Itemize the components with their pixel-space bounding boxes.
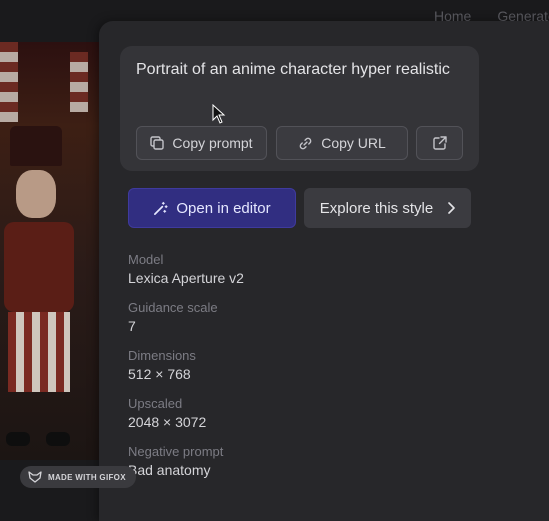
guidance-scale-value: 7 <box>128 318 136 334</box>
dimensions-label: Dimensions <box>128 348 196 363</box>
model-label: Model <box>128 252 164 267</box>
fox-logo-icon <box>28 471 42 483</box>
negative-prompt-value: Bad anatomy <box>128 462 211 478</box>
open-external-button[interactable] <box>416 126 463 160</box>
magic-wand-icon <box>154 201 168 215</box>
copy-prompt-button[interactable]: Copy prompt <box>136 126 267 160</box>
mouse-cursor-icon <box>212 104 226 124</box>
external-link-icon <box>432 136 447 150</box>
open-in-editor-button[interactable]: Open in editor <box>128 188 296 228</box>
prompt-text: Portrait of an anime character hyper rea… <box>136 61 450 78</box>
negative-prompt-label: Negative prompt <box>128 444 224 459</box>
upscaled-value: 2048 × 3072 <box>128 414 207 430</box>
copy-url-button[interactable]: Copy URL <box>276 126 408 160</box>
guidance-scale-label: Guidance scale <box>128 300 218 315</box>
open-in-editor-label: Open in editor <box>176 199 271 217</box>
link-icon <box>299 137 312 149</box>
gifox-text: MADE WITH GIFOX <box>48 472 126 482</box>
upscaled-label: Upscaled <box>128 396 183 411</box>
dimensions-value: 512 × 768 <box>128 366 191 382</box>
copy-icon <box>150 136 165 150</box>
copy-prompt-label: Copy prompt <box>172 135 253 151</box>
explore-style-label: Explore this style <box>319 199 434 217</box>
gifox-watermark: MADE WITH GIFOX <box>20 466 136 488</box>
chevron-right-icon <box>448 202 455 214</box>
model-value: Lexica Aperture v2 <box>128 270 244 286</box>
explore-style-button[interactable]: Explore this style <box>304 188 471 228</box>
copy-url-label: Copy URL <box>321 135 386 151</box>
background-image <box>0 42 100 460</box>
